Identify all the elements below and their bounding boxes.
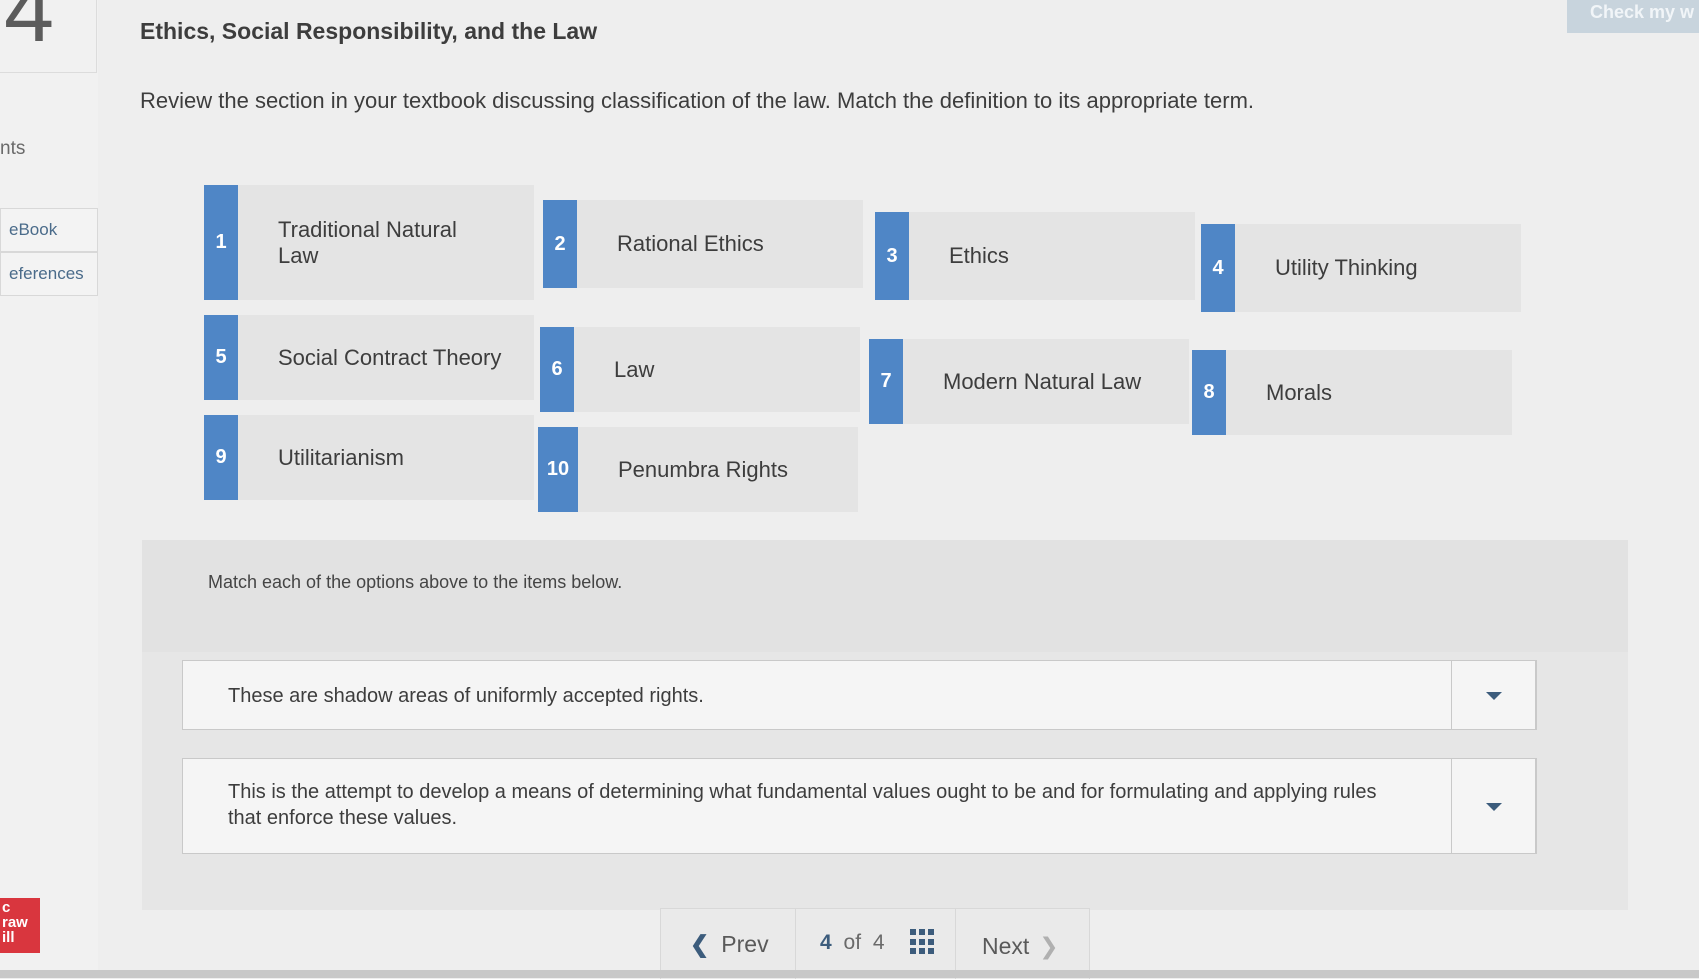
match-dropdown-2[interactable] [1451, 758, 1536, 854]
total-pages: 4 [872, 931, 885, 954]
term-number-badge: 9 [204, 415, 238, 500]
term-card-1[interactable]: 1 Traditional Natural Law [204, 185, 534, 300]
bottom-bar [0, 970, 1699, 978]
footer-navigation: ❮ Prev 4 of 4 Next ❯ [660, 908, 1090, 979]
next-label: Next [982, 933, 1030, 959]
term-label: Morals [1266, 379, 1333, 405]
term-number-badge: 6 [540, 327, 574, 412]
ebook-link[interactable]: eBook [0, 208, 98, 252]
match-item-1: These are shadow areas of uniformly acce… [182, 660, 1537, 730]
question-number: 4 [4, 0, 55, 61]
question-number-box: 4 [0, 0, 97, 73]
term-label: Penumbra Rights [618, 456, 788, 482]
term-card-7[interactable]: 7 Modern Natural Law [869, 339, 1189, 424]
next-button[interactable]: Next ❯ [982, 933, 1059, 960]
term-label: Traditional Natural Law [278, 216, 457, 268]
grid-icon[interactable] [910, 929, 936, 955]
term-label: Ethics [949, 243, 1009, 268]
divider [1089, 909, 1090, 979]
term-card-5[interactable]: 5 Social Contract Theory [204, 315, 534, 400]
page-indicator: 4 of 4 [820, 931, 885, 955]
term-number-badge: 7 [869, 339, 903, 424]
term-label: Social Contract Theory [278, 344, 502, 370]
term-card-8[interactable]: 8 Morals [1192, 350, 1512, 435]
divider [955, 909, 956, 979]
match-dropdown-1[interactable] [1451, 660, 1536, 730]
match-item-text: These are shadow areas of uniformly acce… [228, 685, 704, 707]
divider [660, 909, 661, 979]
term-number-badge: 10 [538, 427, 578, 512]
mcgraw-hill-logo: c raw ill [0, 898, 40, 953]
matching-panel: Match each of the options above to the i… [142, 540, 1628, 910]
match-item-2: This is the attempt to develop a means o… [182, 758, 1537, 854]
prev-label: Prev [721, 931, 769, 957]
matching-header: Match each of the options above to the i… [142, 540, 1628, 652]
term-number-badge: 1 [204, 185, 238, 300]
check-my-work-button[interactable]: Check my w [1567, 0, 1699, 33]
current-page: 4 [820, 931, 832, 954]
match-item-text: This is the attempt to develop a means o… [228, 781, 1377, 829]
term-number-badge: 3 [875, 212, 909, 300]
term-number-badge: 4 [1201, 224, 1235, 312]
of-label: of [843, 931, 862, 954]
term-card-9[interactable]: 9 Utilitarianism [204, 415, 534, 500]
chevron-down-icon [1486, 803, 1502, 811]
matching-instruction: Match each of the options above to the i… [208, 572, 623, 592]
term-number-badge: 5 [204, 315, 238, 400]
page-title: Ethics, Social Responsibility, and the L… [140, 18, 598, 44]
term-label: Utility Thinking [1275, 255, 1418, 280]
term-label: Law [614, 356, 655, 382]
prev-button[interactable]: ❮ Prev [690, 931, 769, 958]
term-label: Utilitarianism [278, 444, 404, 470]
chevron-left-icon: ❮ [690, 931, 710, 957]
term-number-badge: 8 [1192, 350, 1226, 435]
points-label: nts [0, 138, 26, 159]
term-card-10[interactable]: 10 Penumbra Rights [538, 427, 858, 512]
term-number-badge: 2 [543, 200, 577, 288]
term-label: Modern Natural Law [943, 368, 1142, 394]
divider [795, 909, 796, 979]
term-card-2[interactable]: 2 Rational Ethics [543, 200, 863, 288]
left-sidebar: 4 nts eBook eferences c raw ill [0, 0, 98, 978]
chevron-down-icon [1486, 692, 1502, 700]
instructions-text: Review the section in your textbook disc… [140, 88, 1255, 113]
term-card-3[interactable]: 3 Ethics [875, 212, 1195, 300]
term-card-4[interactable]: 4 Utility Thinking [1201, 224, 1521, 312]
term-label: Rational Ethics [617, 231, 764, 256]
term-card-6[interactable]: 6 Law [540, 327, 860, 412]
references-link[interactable]: eferences [0, 252, 98, 296]
chevron-right-icon: ❯ [1039, 933, 1059, 959]
